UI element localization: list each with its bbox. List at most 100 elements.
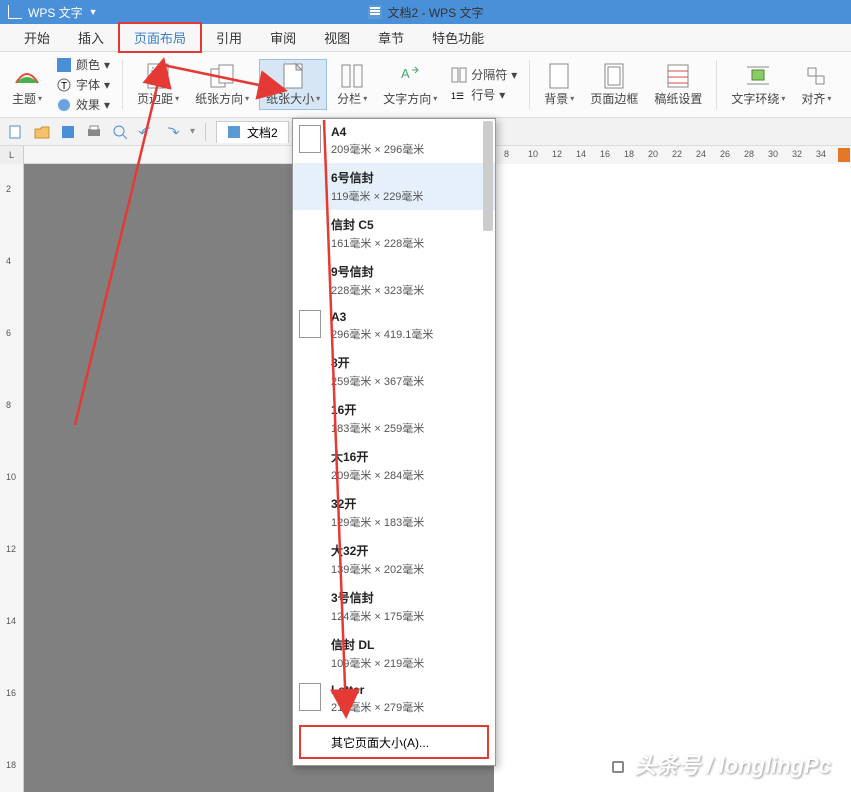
paper-size-option[interactable]: A3296毫米 × 419.1毫米: [293, 304, 495, 348]
print-icon[interactable]: [86, 124, 102, 140]
hruler-tick: 8: [504, 149, 509, 159]
hruler-tick: 32: [792, 149, 802, 159]
vruler-tick: 6: [6, 328, 11, 338]
size-name: 9号信封: [331, 263, 424, 280]
paper-size-option[interactable]: 3号信封124毫米 × 175毫米: [293, 583, 495, 630]
orientation-button[interactable]: 纸张方向▾: [189, 60, 255, 109]
size-name: 信封 C5: [331, 216, 424, 233]
watermark: 头条号 / longlingPc: [608, 748, 831, 780]
watermark-icon: [608, 757, 628, 777]
menu-insert[interactable]: 插入: [64, 24, 118, 51]
margin-icon: [144, 62, 172, 90]
paper-size-option[interactable]: 大32开139毫米 × 202毫米: [293, 536, 495, 583]
paper-size-option[interactable]: 6号信封119毫米 × 229毫米: [293, 163, 495, 210]
size-name: 8开: [331, 354, 424, 371]
size-dimensions: 209毫米 × 296毫米: [331, 141, 424, 157]
ruler-corner: L: [0, 146, 24, 164]
vruler-tick: 2: [6, 184, 11, 194]
hruler-tick: 12: [552, 149, 562, 159]
scrollbar-thumb[interactable]: [483, 121, 493, 231]
print-preview-icon[interactable]: [112, 124, 128, 140]
paper-size-option[interactable]: 16开183毫米 × 259毫米: [293, 395, 495, 442]
paper-size-option[interactable]: 9号信封 228毫米 × 323毫米: [293, 257, 495, 304]
paper-size-icon: [279, 62, 307, 90]
document-tab-icon: [227, 125, 241, 139]
text-direction-icon: A: [396, 62, 424, 90]
text-direction-button[interactable]: A 文字方向▾: [377, 60, 443, 109]
document-tab[interactable]: 文档2: [216, 121, 289, 143]
margin-button[interactable]: 页边距▾: [131, 60, 185, 109]
font-button[interactable]: T字体▾: [52, 75, 114, 95]
columns-button[interactable]: 分栏▾: [331, 60, 373, 109]
size-dimensions: 109毫米 × 219毫米: [331, 655, 424, 671]
size-dimensions: 215毫米 × 279毫米: [331, 699, 424, 715]
save-icon[interactable]: [60, 124, 76, 140]
line-number-button[interactable]: 1☰行号▾: [447, 85, 521, 105]
size-dimensions: 124毫米 × 175毫米: [331, 608, 424, 624]
size-dimensions: 228毫米 × 323毫米: [331, 282, 424, 298]
menu-chapter[interactable]: 章节: [364, 24, 418, 51]
columns-icon: [338, 62, 366, 90]
color-button[interactable]: 颜色▾: [52, 55, 114, 75]
size-dimensions: 209毫米 × 284毫米: [331, 467, 424, 483]
breaks-button[interactable]: 分隔符▾: [447, 65, 521, 85]
size-dimensions: 259毫米 × 367毫米: [331, 373, 424, 389]
menu-reference[interactable]: 引用: [202, 24, 256, 51]
ruler-end-marker: [838, 148, 850, 162]
hruler-tick: 26: [720, 149, 730, 159]
size-dimensions: 296毫米 × 419.1毫米: [331, 326, 433, 342]
size-dimensions: 183毫米 × 259毫米: [331, 420, 424, 436]
other-page-size-option[interactable]: 其它页面大小(A)...: [301, 727, 487, 757]
grid-paper-button[interactable]: 稿纸设置: [648, 60, 708, 109]
title-bar: WPS 文字 ▼ 文档2 - WPS 文字: [0, 0, 851, 24]
size-dimensions: 129毫米 × 183毫米: [331, 514, 424, 530]
menu-page-layout[interactable]: 页面布局: [118, 22, 202, 53]
hruler-tick: 22: [672, 149, 682, 159]
paper-size-list: A4 209毫米 × 296毫米 6号信封119毫米 × 229毫米信封 C5161…: [293, 119, 495, 721]
vruler-tick: 18: [6, 760, 16, 770]
page-icon: [299, 310, 321, 338]
paper-size-option[interactable]: 8开 259毫米 × 367毫米: [293, 348, 495, 395]
redo-icon[interactable]: [164, 124, 180, 140]
paper-size-option[interactable]: 大16开209毫米 × 284毫米: [293, 442, 495, 489]
open-icon[interactable]: [34, 124, 50, 140]
hruler-tick: 20: [648, 149, 658, 159]
new-icon[interactable]: [8, 124, 24, 140]
page-border-button[interactable]: 页面边框: [584, 60, 644, 109]
text-wrap-button[interactable]: 文字环绕▾: [725, 60, 791, 109]
document-tab-label: 文档2: [247, 124, 278, 141]
paper-size-dropdown: A4 209毫米 × 296毫米 6号信封119毫米 × 229毫米信封 C5161…: [292, 118, 496, 766]
doc-title-text: 文档2 - WPS 文字: [387, 4, 483, 21]
page-border-icon: [600, 62, 628, 90]
page-icon: [299, 125, 321, 153]
app-name: WPS 文字: [28, 4, 83, 21]
orientation-icon: [208, 62, 236, 90]
background-button[interactable]: 背景▾: [538, 60, 580, 109]
menu-review[interactable]: 审阅: [256, 24, 310, 51]
paper-size-option[interactable]: A4 209毫米 × 296毫米: [293, 119, 495, 163]
theme-button[interactable]: 主题▾: [6, 60, 48, 109]
align-button[interactable]: 对齐▾: [795, 60, 837, 109]
size-name: A4: [331, 125, 424, 139]
paper-size-option[interactable]: Letter215毫米 × 279毫米: [293, 677, 495, 721]
paper-size-button[interactable]: 纸张大小▾: [259, 59, 327, 110]
app-logo-icon: [8, 5, 22, 19]
qb-overflow-icon[interactable]: ▾: [190, 126, 195, 137]
menu-start[interactable]: 开始: [10, 24, 64, 51]
undo-icon[interactable]: [138, 124, 154, 140]
paper-size-option[interactable]: 32开129毫米 × 183毫米: [293, 489, 495, 536]
effect-button[interactable]: 效果▾: [52, 95, 114, 115]
hruler-tick: 28: [744, 149, 754, 159]
paper-size-option[interactable]: 信封 DL109毫米 × 219毫米: [293, 630, 495, 677]
hruler-tick: 18: [624, 149, 634, 159]
page-icon: [299, 683, 321, 711]
hruler-tick: 34: [816, 149, 826, 159]
hruler-tick: 16: [600, 149, 610, 159]
vruler-tick: 14: [6, 616, 16, 626]
menu-special[interactable]: 特色功能: [418, 24, 498, 51]
vruler-tick: 8: [6, 400, 11, 410]
paper-size-option[interactable]: 信封 C5161毫米 × 228毫米: [293, 210, 495, 257]
hruler-tick: 30: [768, 149, 778, 159]
menu-view[interactable]: 视图: [310, 24, 364, 51]
app-menu-dropdown-icon[interactable]: ▼: [89, 7, 98, 17]
